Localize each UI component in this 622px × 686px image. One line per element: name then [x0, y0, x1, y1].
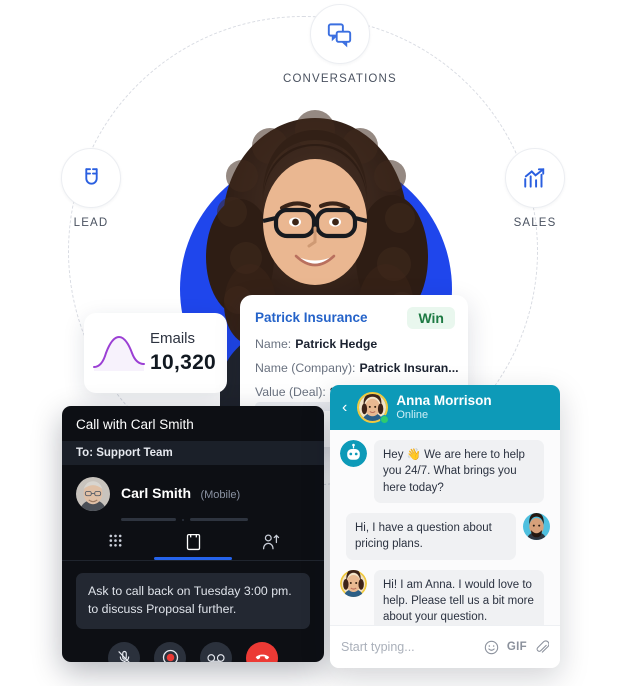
user-avatar [523, 512, 550, 540]
chat-messages: Hey 👋 We are here to help you 24/7. What… [330, 430, 560, 633]
call-panel: Call with Carl Smith To: Support Team Ca… [62, 406, 324, 662]
notepad-icon[interactable] [154, 533, 232, 560]
deal-field-value: Patrick Hedge [295, 337, 378, 351]
deal-field-company: Name (Company): Patrick Insuran... [255, 361, 459, 375]
deal-field-value: Patrick Insuran... [359, 361, 459, 375]
status-badge: Win [407, 307, 455, 329]
avatar [76, 477, 110, 511]
hangup-button[interactable] [246, 641, 278, 662]
transfer-call-icon[interactable] [232, 533, 310, 560]
chat-panel: ‹ Anna Morrison Online Hey 👋 We are here… [330, 385, 560, 668]
record-button[interactable] [154, 641, 186, 662]
avatar [357, 392, 390, 424]
call-recipient: To: Support Team [62, 441, 324, 465]
deal-field-label: Value (Deal): [255, 385, 326, 399]
chat-input-placeholder[interactable]: Start typing... [341, 640, 484, 654]
mute-mic-button[interactable] [108, 641, 140, 662]
online-status-dot [380, 415, 390, 424]
bar-chart-arrow-icon [505, 148, 565, 208]
deal-field-label: Name: [255, 337, 292, 351]
call-contact-name: Carl Smith [121, 485, 192, 501]
chat-message: Hi! I am Anna. I would love to help. Ple… [340, 569, 550, 633]
call-panel-title: Call with Carl Smith [76, 417, 194, 432]
placeholder-bars [121, 518, 310, 521]
emoji-icon[interactable] [484, 640, 499, 655]
chat-bubbles-icon [309, 4, 370, 64]
call-tabs [76, 533, 310, 560]
emails-stat-card: Emails 10,320 [84, 313, 227, 393]
paperclip-icon[interactable] [535, 639, 549, 655]
deal-field-name: Name: Patrick Hedge [255, 337, 453, 351]
deal-title: Patrick Insurance [255, 310, 368, 325]
chat-contact-status: Online [396, 408, 429, 421]
voicemail-button[interactable] [200, 641, 232, 662]
call-controls [62, 641, 324, 662]
chat-bubble-text: Hi, I have a question about pricing plan… [346, 512, 516, 560]
dialpad-icon[interactable] [76, 533, 154, 560]
chevron-left-icon[interactable]: ‹ [340, 399, 349, 416]
call-note[interactable]: Ask to call back on Tuesday 3:00 pm. to … [76, 573, 310, 629]
orbit-node-label: SALES [513, 217, 557, 229]
chat-header: ‹ Anna Morrison Online [330, 385, 560, 430]
sparkline-icon [93, 335, 145, 371]
orbit-node-lead[interactable]: LEAD [61, 148, 121, 229]
bot-avatar [340, 440, 367, 467]
orbit-node-sales[interactable]: SALES [505, 148, 565, 229]
divider [62, 560, 324, 561]
chat-contact-name: Anna Morrison [396, 393, 492, 409]
chat-message: Hi, I have a question about pricing plan… [340, 512, 550, 560]
agent-avatar [340, 569, 367, 597]
emails-value: 10,320 [150, 350, 217, 374]
hero-illustration: CONVERSATIONS LEAD SALES Emails 10,320 P… [0, 0, 622, 686]
gif-button[interactable]: GIF [507, 641, 527, 653]
magnet-icon [61, 148, 121, 208]
orbit-node-label: LEAD [73, 217, 109, 229]
call-contact-type: (Mobile) [200, 489, 241, 501]
active-tab-indicator [153, 557, 233, 560]
chat-input-bar[interactable]: Start typing... GIF [330, 625, 560, 668]
deal-field-label: Name (Company): [255, 361, 356, 375]
chat-message: Hey 👋 We are here to help you 24/7. What… [340, 440, 550, 503]
emails-label: Emails [150, 330, 196, 348]
chat-bubble-text: Hi! I am Anna. I would love to help. Ple… [374, 569, 544, 633]
chat-bubble-text: Hey 👋 We are here to help you 24/7. What… [374, 440, 544, 503]
